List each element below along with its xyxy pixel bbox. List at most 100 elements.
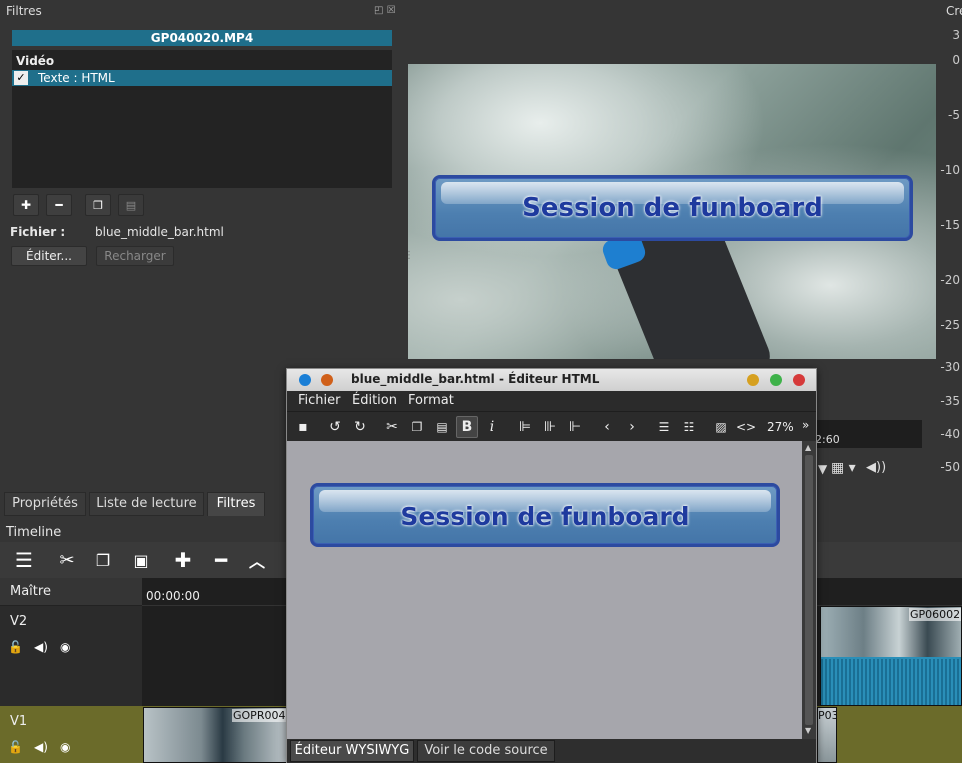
- eye-icon[interactable]: ◉: [60, 640, 70, 654]
- menu-format[interactable]: Format: [408, 393, 454, 408]
- audio-meter-panel: [940, 0, 962, 488]
- tab-wysiwyg[interactable]: Éditeur WYSIWYG: [290, 740, 414, 762]
- remove-filter-button[interactable]: ━: [46, 194, 72, 216]
- bold-icon[interactable]: B: [456, 416, 478, 438]
- copy-icon[interactable]: ❐: [90, 548, 116, 572]
- indent-icon[interactable]: ›: [621, 416, 643, 438]
- timeline-title: Timeline: [6, 525, 62, 540]
- track-label-v2: V2: [10, 614, 28, 629]
- save-icon[interactable]: ▪: [292, 416, 314, 438]
- meter-scale-label: -15: [940, 218, 960, 232]
- menu-icon[interactable]: ☰: [11, 548, 37, 572]
- edit-button[interactable]: Éditer...: [11, 246, 87, 266]
- lift-icon[interactable]: ︿: [244, 548, 270, 572]
- filter-name: Texte : HTML: [38, 71, 115, 85]
- clip-label: P03: [818, 709, 837, 722]
- cut-icon[interactable]: ✂: [54, 548, 80, 572]
- clip-label: GP06002: [909, 608, 961, 621]
- align-left-icon[interactable]: ⊫: [514, 416, 536, 438]
- maximize-button[interactable]: [770, 374, 782, 386]
- meter-scale-label: -35: [940, 394, 960, 408]
- close-button[interactable]: [793, 374, 805, 386]
- volume-icon[interactable]: ◀)): [866, 460, 886, 475]
- lock-icon[interactable]: 🔓: [8, 740, 23, 754]
- outdent-icon[interactable]: ‹: [596, 416, 618, 438]
- tab-source[interactable]: Voir le code source: [417, 740, 555, 762]
- scroll-down-icon[interactable]: ▼: [805, 726, 811, 735]
- timeline-timecode: 00:00:00: [146, 589, 200, 603]
- tab-properties[interactable]: Propriétés: [4, 492, 86, 516]
- remove-icon[interactable]: ━: [208, 548, 234, 572]
- grid-icon[interactable]: ▦ ▾: [831, 460, 856, 476]
- window-menu-dot[interactable]: [299, 374, 311, 386]
- html-editor-window: blue_middle_bar.html - Éditeur HTML Fich…: [286, 368, 817, 763]
- editor-menubar: Fichier Édition Format: [287, 391, 816, 411]
- filters-panel-title: Filtres: [6, 4, 42, 18]
- menu-edit[interactable]: Édition: [352, 393, 397, 408]
- reload-button[interactable]: Recharger: [96, 246, 174, 266]
- splitter-handle-left[interactable]: ⋮: [404, 250, 414, 261]
- editor-mode-tabs: Éditeur WYSIWYG Voir le code source: [287, 739, 816, 763]
- preview-overlay-text: Session de funboard: [522, 193, 823, 223]
- redo-icon[interactable]: ↻: [349, 416, 371, 438]
- bullet-list-icon[interactable]: ☷: [678, 416, 700, 438]
- paste-icon[interactable]: ▤: [431, 416, 453, 438]
- clip-label: GOPR004: [232, 709, 287, 722]
- align-right-icon[interactable]: ⊩: [564, 416, 586, 438]
- minimize-button[interactable]: [747, 374, 759, 386]
- add-filter-button[interactable]: ✚: [13, 194, 39, 216]
- meter-scale-label: 3: [952, 28, 960, 42]
- paste-icon: ▤: [125, 198, 137, 212]
- numbered-list-icon[interactable]: ☰: [653, 416, 675, 438]
- editor-titlebar[interactable]: blue_middle_bar.html - Éditeur HTML: [287, 369, 816, 391]
- undo-icon[interactable]: ↺: [324, 416, 346, 438]
- file-value: blue_middle_bar.html: [95, 225, 224, 239]
- copy-icon[interactable]: ❐: [406, 416, 428, 438]
- paste-filter-button[interactable]: ▤: [118, 194, 144, 216]
- menu-file[interactable]: Fichier: [298, 393, 341, 408]
- code-icon[interactable]: <>: [735, 416, 757, 438]
- tab-playlist[interactable]: Liste de lecture: [89, 492, 204, 516]
- image-icon[interactable]: ▨: [710, 416, 732, 438]
- lock-icon[interactable]: 🔓: [8, 640, 23, 654]
- mute-icon[interactable]: ◀): [34, 640, 48, 654]
- clip-waveform: [821, 659, 961, 705]
- track-head-v1[interactable]: V1 🔓 ◀) ◉: [0, 706, 142, 763]
- preview-overlay-bar: Session de funboard: [432, 175, 913, 241]
- timeline-clip[interactable]: GOPR004: [143, 707, 288, 763]
- meter-scale-label: -30: [940, 360, 960, 374]
- toolbar-overflow-icon[interactable]: »: [802, 418, 809, 432]
- paste-icon[interactable]: ▣: [128, 548, 154, 572]
- append-icon[interactable]: ✚: [170, 548, 196, 572]
- window-pin-dot[interactable]: [321, 374, 333, 386]
- filter-section-video: Vidéo: [16, 54, 55, 68]
- filter-enabled-checkbox[interactable]: ✓: [14, 71, 28, 85]
- timeline-clip[interactable]: GP06002: [820, 606, 962, 706]
- track-label-master: Maître: [10, 584, 51, 599]
- player-dropdown-arrow[interactable]: ▼: [818, 462, 827, 476]
- cut-icon[interactable]: ✂: [381, 416, 403, 438]
- italic-icon[interactable]: i: [481, 416, 503, 438]
- timeline-clip[interactable]: P03: [817, 707, 837, 763]
- minus-icon: ━: [55, 198, 63, 212]
- editor-overlay-text: Session de funboard: [400, 502, 690, 531]
- zoom-level[interactable]: 27%: [767, 420, 794, 434]
- meter-scale-label: -25: [940, 318, 960, 332]
- track-label-v1: V1: [10, 714, 28, 729]
- player-time: 2:60: [815, 433, 840, 446]
- editor-overlay-bar[interactable]: Session de funboard: [310, 483, 780, 547]
- align-center-icon[interactable]: ⊪: [539, 416, 561, 438]
- track-head-v2[interactable]: V2 🔓 ◀) ◉: [0, 606, 142, 706]
- copy-filter-button[interactable]: ❐: [85, 194, 111, 216]
- track-head-master[interactable]: Maître: [0, 578, 142, 606]
- tab-filters[interactable]: Filtres: [207, 492, 265, 516]
- scrollbar-thumb[interactable]: [805, 455, 813, 725]
- eye-icon[interactable]: ◉: [60, 740, 70, 754]
- panel-float-close-icons[interactable]: ◰ ☒: [374, 5, 396, 16]
- meter-scale-label: -10: [940, 163, 960, 177]
- editor-toolbar: ▪ ↺ ↻ ✂ ❐ ▤ B i ⊫ ⊪ ⊩ ‹ › ☰ ☷ ▨ <> 27% »: [287, 411, 816, 441]
- scroll-up-icon[interactable]: ▲: [805, 443, 811, 452]
- mute-icon[interactable]: ◀): [34, 740, 48, 754]
- meter-scale-label: -40: [940, 427, 960, 441]
- editor-vertical-scrollbar[interactable]: ▲ ▼: [802, 441, 816, 739]
